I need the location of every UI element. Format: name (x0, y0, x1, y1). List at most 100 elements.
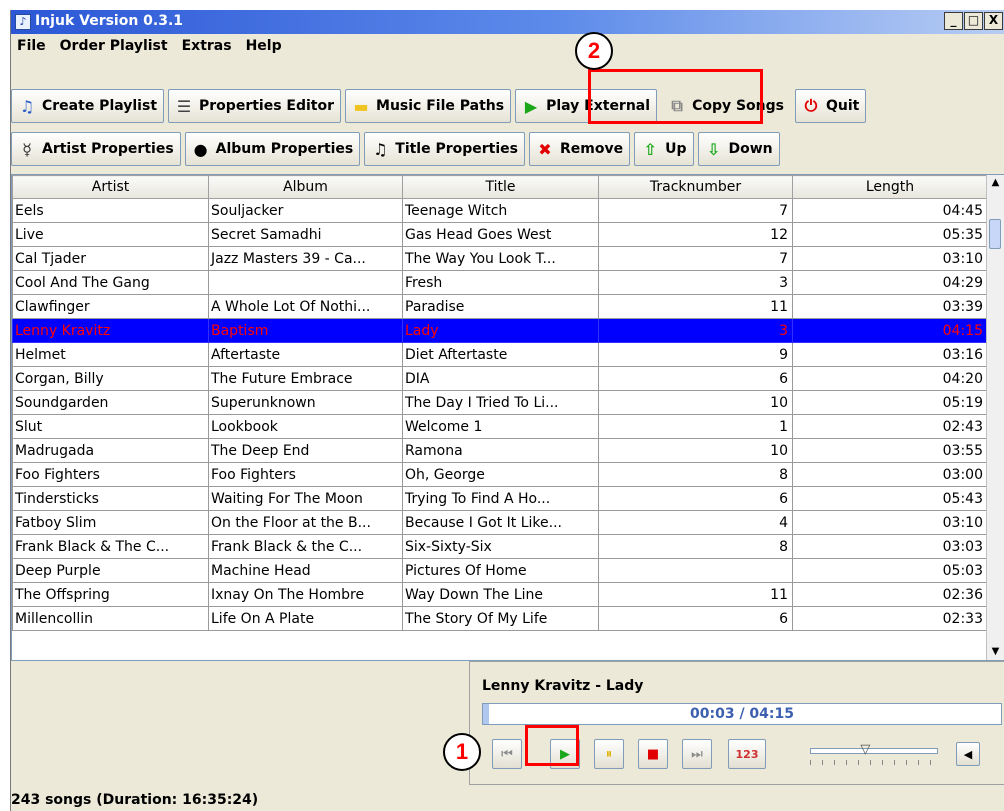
table-row[interactable]: Frank Black & The C... Frank Black & the … (12, 534, 988, 559)
vertical-scrollbar[interactable]: ▲ ▼ (986, 175, 1004, 660)
skip-forward-icon: ⏭ (691, 746, 703, 762)
cell-artist: Corgan, Billy (12, 366, 209, 391)
cell-tracknumber: 6 (598, 606, 793, 631)
progress-bar[interactable]: 00:03 / 04:15 (482, 703, 1002, 725)
table-row[interactable]: Live Secret Samadhi Gas Head Goes West 12 05… (12, 222, 988, 247)
cell-artist: Helmet (12, 342, 209, 367)
table-row[interactable]: Eels Souljacker Teenage Witch 7 04:45 (12, 198, 988, 223)
cell-tracknumber: 3 (598, 270, 793, 295)
cell-artist: Clawfinger (12, 294, 209, 319)
column-header-artist[interactable]: Artist (12, 175, 209, 199)
cell-album: Foo Fighters (208, 462, 403, 487)
mute-button[interactable]: ◀ (956, 742, 980, 766)
maximize-button[interactable]: □ (964, 12, 983, 30)
volume-slider[interactable]: ▽ (810, 743, 938, 768)
menu-help[interactable]: Help (246, 38, 282, 54)
table-row[interactable]: Helmet Aftertaste Diet Aftertaste 9 03:16 (12, 342, 988, 367)
table-row[interactable]: Madrugada The Deep End Ramona 10 03:55 (12, 438, 988, 463)
cell-tracknumber: 8 (598, 462, 793, 487)
cell-tracknumber: 3 (598, 318, 793, 343)
table-row[interactable]: Clawfinger A Whole Lot Of Nothi... Paradis… (12, 294, 988, 319)
table-row[interactable]: Fatboy Slim On the Floor at the B... Becau… (12, 510, 988, 535)
cell-length: 04:15 (792, 318, 988, 343)
table-row[interactable]: Lenny Kravitz Baptism Lady 3 04:15 (12, 318, 988, 343)
artist-properties-button[interactable]: ☿ Artist Properties (11, 132, 181, 166)
properties-toolbar: ☿ Artist Properties ● Album Properties ♫ Titl… (11, 130, 784, 168)
remove-button[interactable]: ✖ Remove (529, 132, 631, 166)
table-row[interactable]: Deep Purple Machine Head Pictures Of Home 0… (12, 558, 988, 583)
album-properties-button[interactable]: ● Album Properties (184, 132, 361, 166)
skip-back-icon: ⏮ (501, 746, 513, 762)
down-button[interactable]: ⇩ Down (697, 132, 780, 166)
scroll-down-icon[interactable]: ▼ (987, 644, 1004, 660)
column-header-title[interactable]: Title (402, 175, 599, 199)
cell-artist: Foo Fighters (12, 462, 209, 487)
table-row[interactable]: Cal Tjader Jazz Masters 39 - Ca... The Way… (12, 246, 988, 271)
scroll-thumb[interactable] (989, 219, 1001, 249)
previous-button[interactable]: ⏮ (492, 739, 522, 769)
cell-tracknumber: 8 (598, 534, 793, 559)
list-icon: ☰ (176, 96, 192, 116)
music-file-paths-button[interactable]: ▬ Music File Paths (345, 89, 512, 123)
up-button[interactable]: ⇧ Up (634, 132, 694, 166)
menu-order-playlist[interactable]: Order Playlist (60, 38, 168, 54)
table-row[interactable]: Soundgarden Superunknown The Day I Tried T… (12, 390, 988, 415)
shuffle-button[interactable]: 123 (728, 739, 766, 769)
annotation-circle-2: 2 (575, 32, 613, 70)
quit-button[interactable]: ⏻ Quit (795, 89, 867, 123)
minimize-button[interactable]: _ (944, 12, 963, 30)
menu-extras[interactable]: Extras (182, 38, 232, 54)
arrow-up-icon: ⇧ (643, 139, 657, 159)
scroll-up-icon[interactable]: ▲ (987, 175, 1004, 191)
status-bar: 243 songs (Duration: 16:35:24) (11, 792, 259, 808)
cell-title: Pictures Of Home (402, 558, 599, 583)
cell-title: The Day I Tried To Li... (402, 390, 599, 415)
menu-bar: File Order Playlist Extras Help (11, 34, 1004, 58)
volume-knob[interactable]: ▽ (860, 743, 870, 756)
stop-button[interactable]: ■ (638, 739, 668, 769)
cell-length: 03:03 (792, 534, 988, 559)
cell-length: 02:36 (792, 582, 988, 607)
next-button[interactable]: ⏭ (682, 739, 712, 769)
column-header-album[interactable]: Album (208, 175, 403, 199)
table-row[interactable]: Foo Fighters Foo Fighters Oh, George 8 03:00 (12, 462, 988, 487)
volume-ticks (810, 760, 936, 765)
down-label: Down (728, 141, 773, 157)
table-row[interactable]: Slut Lookbook Welcome 1 1 02:43 (12, 414, 988, 439)
cell-title: Welcome 1 (402, 414, 599, 439)
cell-tracknumber: 12 (598, 222, 793, 247)
close-button[interactable]: X (984, 12, 1003, 30)
cell-album: Ixnay On The Hombre (208, 582, 403, 607)
window-controls: _ □ X (943, 12, 1003, 30)
column-header-tracknumber[interactable]: Tracknumber (598, 175, 793, 199)
cell-artist: Slut (12, 414, 209, 439)
pause-button[interactable]: ⏸ (594, 739, 624, 769)
table-row[interactable]: Cool And The Gang Fresh 3 04:29 (12, 270, 988, 295)
table-row[interactable]: Tindersticks Waiting For The Moon Trying T… (12, 486, 988, 511)
create-playlist-button[interactable]: ♫ Create Playlist (11, 89, 165, 123)
cell-album (208, 270, 403, 295)
cell-title: Trying To Find A Ho... (402, 486, 599, 511)
menu-file[interactable]: File (17, 38, 46, 54)
table-row[interactable]: The Offspring Ixnay On The Hombre Way Down… (12, 582, 988, 607)
cell-artist: Cool And The Gang (12, 270, 209, 295)
cell-artist: Live (12, 222, 209, 247)
cell-title: The Way You Look T... (402, 246, 599, 271)
cell-length: 03:10 (792, 246, 988, 271)
play-icon: ▶ (524, 96, 538, 116)
cell-tracknumber: 9 (598, 342, 793, 367)
properties-editor-button[interactable]: ☰ Properties Editor (168, 89, 342, 123)
cell-tracknumber (598, 558, 793, 583)
cell-album: A Whole Lot Of Nothi... (208, 294, 403, 319)
title-properties-button[interactable]: ♫ Title Properties (364, 132, 525, 166)
cell-length: 03:10 (792, 510, 988, 535)
cell-length: 04:45 (792, 198, 988, 223)
cell-album: Baptism (208, 318, 403, 343)
table-row[interactable]: Millencollin Life On A Plate The Story Of … (12, 606, 988, 631)
table-header: Artist Album Title Tracknumber Length (12, 175, 988, 199)
cell-title: Ramona (402, 438, 599, 463)
table-row[interactable]: Corgan, Billy The Future Embrace DIA 6 04:20 (12, 366, 988, 391)
cell-title: DIA (402, 366, 599, 391)
cell-length: 05:03 (792, 558, 988, 583)
column-header-length[interactable]: Length (792, 175, 988, 199)
